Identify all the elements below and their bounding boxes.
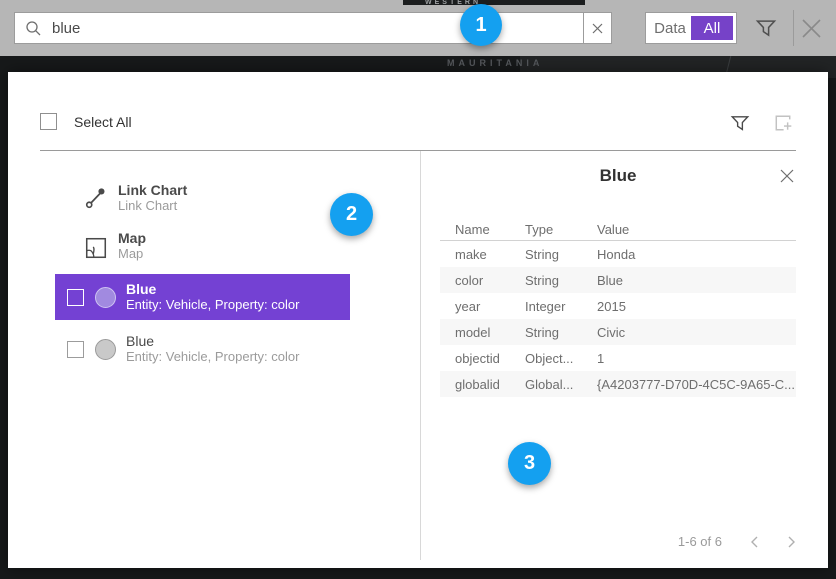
- result-checkbox[interactable]: [67, 289, 84, 306]
- cell-type: Integer: [525, 299, 597, 314]
- close-detail-icon[interactable]: [779, 168, 795, 184]
- cell-type: Object...: [525, 351, 597, 366]
- result-title: Blue: [126, 281, 299, 297]
- column-header: Value: [597, 222, 796, 237]
- table-row: model String Civic: [440, 319, 796, 345]
- attribute-table: Name Type Value make String Honda color …: [440, 218, 796, 397]
- table-header-row: Name Type Value: [440, 218, 796, 240]
- result-subtitle: Entity: Vehicle, Property: color: [126, 297, 299, 313]
- table-row: globalid Global... {A4203777-D70D-4C5C-9…: [440, 371, 796, 397]
- cell-name: year: [440, 299, 525, 314]
- annotation-badge-3: 3: [508, 442, 551, 485]
- result-item-blue-selected[interactable]: Blue Entity: Vehicle, Property: color: [55, 274, 350, 320]
- select-all-label: Select All: [74, 114, 132, 130]
- cell-name: globalid: [440, 377, 525, 392]
- result-title: Map: [118, 230, 146, 246]
- cell-value: 2015: [597, 299, 796, 314]
- scope-data-option[interactable]: Data: [649, 16, 691, 40]
- results-filter-icon[interactable]: [730, 112, 750, 134]
- result-subtitle: Map: [118, 246, 146, 262]
- cell-type: String: [525, 273, 597, 288]
- search-icon: [25, 20, 42, 37]
- add-to-selection-icon[interactable]: [772, 112, 794, 134]
- clear-icon: [592, 23, 603, 34]
- map-label-mauritania: MAURITANIA: [447, 58, 543, 68]
- table-row: color String Blue: [440, 267, 796, 293]
- result-item-blue[interactable]: Blue Entity: Vehicle, Property: color: [55, 326, 350, 372]
- scope-all-option[interactable]: All: [691, 16, 733, 40]
- select-all-checkbox[interactable]: [40, 113, 57, 130]
- pagination: 1-6 of 6: [440, 534, 796, 549]
- map-icon: [84, 236, 108, 260]
- cell-value: Civic: [597, 325, 796, 340]
- cell-value: {A4203777-D70D-4C5C-9A65-C...: [597, 377, 796, 392]
- result-title: Blue: [126, 333, 299, 349]
- search-scope-toggle: Data All: [645, 12, 737, 44]
- cell-value: 1: [597, 351, 796, 366]
- cell-name: color: [440, 273, 525, 288]
- map-label-western-sliver: WESTERN: [403, 0, 585, 5]
- header-divider: [40, 150, 796, 151]
- column-header: Name: [440, 222, 525, 237]
- result-item-map[interactable]: Map Map: [84, 230, 146, 262]
- filter-icon[interactable]: [755, 17, 777, 39]
- previous-page-button[interactable]: [750, 535, 759, 549]
- cell-name: model: [440, 325, 525, 340]
- cell-type: String: [525, 325, 597, 340]
- entity-circle-icon: [95, 287, 116, 308]
- annotation-badge-2: 2: [330, 193, 373, 236]
- toolbar-divider: [793, 10, 794, 46]
- result-checkbox[interactable]: [67, 341, 84, 358]
- cell-name: make: [440, 247, 525, 262]
- search-toolbar: Data All: [0, 0, 836, 56]
- search-results-panel: Select All Link Chart Link Chart: [8, 72, 828, 568]
- table-row: objectid Object... 1: [440, 345, 796, 371]
- pagination-label: 1-6 of 6: [678, 534, 722, 549]
- chevron-left-icon: [750, 535, 759, 549]
- search-box[interactable]: [14, 12, 612, 44]
- detail-title: Blue: [440, 166, 796, 186]
- cell-type: String: [525, 247, 597, 262]
- column-header: Type: [525, 222, 597, 237]
- entity-circle-icon: [95, 339, 116, 360]
- chevron-right-icon: [787, 535, 796, 549]
- close-search-icon[interactable]: [798, 15, 825, 42]
- next-page-button[interactable]: [787, 535, 796, 549]
- annotation-badge-1: 1: [460, 4, 502, 46]
- result-item-link-chart[interactable]: Link Chart Link Chart: [84, 182, 187, 214]
- result-subtitle: Link Chart: [118, 198, 187, 214]
- cell-value: Blue: [597, 273, 796, 288]
- app-screenshot: MAURITANIA WESTERN Data All: [0, 0, 836, 579]
- table-row: year Integer 2015: [440, 293, 796, 319]
- cell-name: objectid: [440, 351, 525, 366]
- table-row: make String Honda: [440, 241, 796, 267]
- result-subtitle: Entity: Vehicle, Property: color: [126, 349, 299, 365]
- cell-value: Honda: [597, 247, 796, 262]
- list-detail-divider: [420, 151, 421, 560]
- cell-type: Global...: [525, 377, 597, 392]
- link-chart-icon: [84, 185, 108, 211]
- clear-search-button[interactable]: [583, 13, 611, 43]
- result-title: Link Chart: [118, 182, 187, 198]
